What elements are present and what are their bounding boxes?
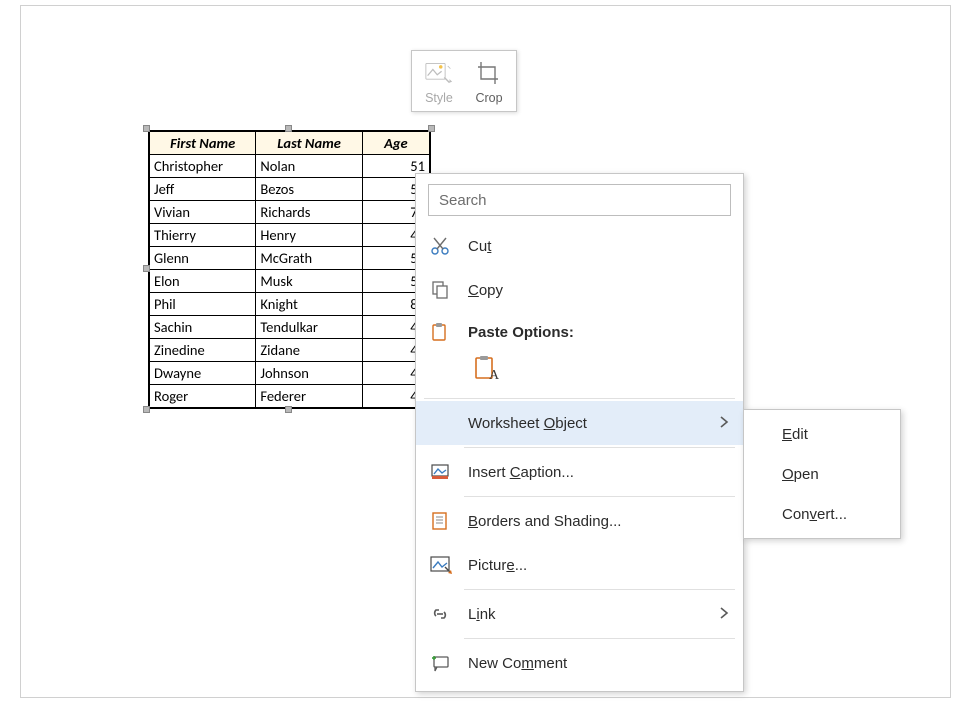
link-icon <box>430 604 468 624</box>
resize-handle-nw[interactable] <box>143 125 150 132</box>
menu-item-label: LinkLink <box>468 606 719 623</box>
submenu-arrow-icon <box>719 606 729 622</box>
cell-first-name: Sachin <box>150 316 256 339</box>
table-row: Roger Federer 40 <box>150 385 430 408</box>
resize-handle-sw[interactable] <box>143 406 150 413</box>
cell-first-name: Glenn <box>150 247 256 270</box>
table-row: Glenn McGrath 52 <box>150 247 430 270</box>
table-row: Vivian Richards 70 <box>150 201 430 224</box>
menu-item-label: Picture...Picture... <box>468 557 729 574</box>
cell-first-name: Christopher <box>150 155 256 178</box>
search-input[interactable] <box>428 184 731 216</box>
crop-label: Crop <box>475 91 502 105</box>
cell-last-name: Knight <box>256 293 362 316</box>
context-menu-search <box>428 184 731 216</box>
resize-handle-n[interactable] <box>285 125 292 132</box>
cell-first-name: Dwayne <box>150 362 256 385</box>
embedded-worksheet-object[interactable]: First Name Last Name Age Christopher Nol… <box>148 130 431 409</box>
menu-item-copy[interactable]: CopyCopy <box>416 268 743 312</box>
cell-last-name: Nolan <box>256 155 362 178</box>
menu-item-label: Convert...Convert... <box>782 506 847 523</box>
submenu-item-edit[interactable]: EditEdit <box>744 414 900 454</box>
mini-toolbar: Style Crop <box>411 50 517 112</box>
menu-item-worksheet-object[interactable]: Worksheet ObjectWorksheet Object <box>416 401 743 445</box>
col-header: First Name <box>150 132 256 155</box>
table-row: Christopher Nolan 51 <box>150 155 430 178</box>
table-header-row: First Name Last Name Age <box>150 132 430 155</box>
cell-last-name: Musk <box>256 270 362 293</box>
table-row: Jeff Bezos 58 <box>150 178 430 201</box>
crop-button[interactable]: Crop <box>464 55 514 109</box>
cell-last-name: Zidane <box>256 339 362 362</box>
cut-icon <box>430 236 468 256</box>
worksheet-table: First Name Last Name Age Christopher Nol… <box>149 131 430 408</box>
cell-first-name: Thierry <box>150 224 256 247</box>
menu-separator <box>464 589 735 590</box>
cell-first-name: Elon <box>150 270 256 293</box>
resize-handle-s[interactable] <box>285 406 292 413</box>
menu-item-label: Paste Options: <box>468 324 574 341</box>
menu-separator <box>464 447 735 448</box>
submenu-item-open[interactable]: OpenOpen <box>744 454 900 494</box>
comment-icon <box>430 653 468 673</box>
copy-icon <box>430 280 468 300</box>
menu-item-cut[interactable]: CutCut <box>416 224 743 268</box>
submenu-item-convert[interactable]: Convert...Convert... <box>744 494 900 534</box>
menu-separator <box>424 398 735 399</box>
cell-first-name: Phil <box>150 293 256 316</box>
menu-item-label: EditEdit <box>782 426 808 443</box>
menu-item-label: CutCut <box>468 238 729 255</box>
menu-item-borders-shading[interactable]: Borders and Shading...Borders and Shadin… <box>416 499 743 543</box>
menu-item-label: Borders and Shading...Borders and Shadin… <box>468 513 729 530</box>
resize-handle-w[interactable] <box>143 265 150 272</box>
picture-format-icon <box>430 555 468 575</box>
worksheet-object-submenu: EditEdit OpenOpen Convert...Convert... <box>743 409 901 539</box>
cell-last-name: McGrath <box>256 247 362 270</box>
menu-item-label: CopyCopy <box>468 282 729 299</box>
cell-first-name: Vivian <box>150 201 256 224</box>
menu-separator <box>464 496 735 497</box>
table-row: Thierry Henry 44 <box>150 224 430 247</box>
caption-icon <box>430 462 468 482</box>
style-button[interactable]: Style <box>414 55 464 109</box>
table-row: Zinedine Zidane 49 <box>150 339 430 362</box>
paste-icon <box>430 322 468 342</box>
cell-last-name: Richards <box>256 201 362 224</box>
table-row: Phil Knight 84 <box>150 293 430 316</box>
menu-separator <box>464 638 735 639</box>
context-menu: CutCut CopyCopy Paste Options: <box>415 173 744 692</box>
menu-item-label: New CommentNew Comment <box>468 655 729 672</box>
paste-keep-text-only[interactable]: A <box>468 350 504 386</box>
cell-last-name: Johnson <box>256 362 362 385</box>
cell-first-name: Jeff <box>150 178 256 201</box>
menu-item-new-comment[interactable]: New CommentNew Comment <box>416 641 743 685</box>
menu-item-label: Worksheet ObjectWorksheet Object <box>468 415 719 432</box>
canvas: First Name Last Name Age Christopher Nol… <box>0 0 971 701</box>
menu-item-label: Insert Caption...Insert Caption... <box>468 464 729 481</box>
cell-last-name: Federer <box>256 385 362 408</box>
menu-item-picture[interactable]: Picture...Picture... <box>416 543 743 587</box>
table-row: Sachin Tendulkar 48 <box>150 316 430 339</box>
table-row: Dwayne Johnson 49 <box>150 362 430 385</box>
col-header: Last Name <box>256 132 362 155</box>
col-header: Age <box>362 132 429 155</box>
crop-icon <box>475 59 503 87</box>
table-row: Elon Musk 50 <box>150 270 430 293</box>
menu-item-label: OpenOpen <box>782 466 819 483</box>
menu-item-insert-caption[interactable]: Insert Caption...Insert Caption... <box>416 450 743 494</box>
cell-last-name: Tendulkar <box>256 316 362 339</box>
cell-last-name: Bezos <box>256 178 362 201</box>
picture-style-icon <box>425 59 453 87</box>
borders-icon <box>430 511 468 531</box>
paste-options-label: Paste Options: <box>416 312 743 348</box>
cell-first-name: Zinedine <box>150 339 256 362</box>
submenu-arrow-icon <box>719 415 729 431</box>
menu-item-link[interactable]: LinkLink <box>416 592 743 636</box>
style-label: Style <box>425 91 453 105</box>
svg-text:A: A <box>489 368 500 382</box>
paste-options-row: A <box>416 348 743 396</box>
cell-first-name: Roger <box>150 385 256 408</box>
resize-handle-ne[interactable] <box>428 125 435 132</box>
cell-last-name: Henry <box>256 224 362 247</box>
